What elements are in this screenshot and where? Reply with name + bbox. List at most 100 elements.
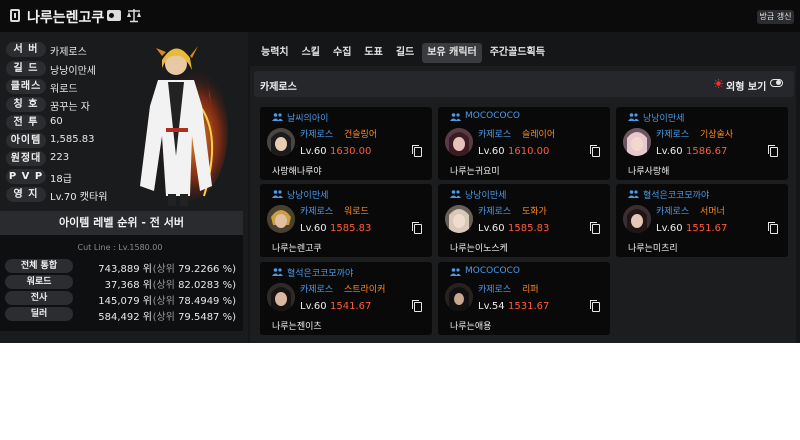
server-name: 카제로스 [478,130,512,140]
id-card-icon[interactable] [107,10,121,21]
copy-icon[interactable] [412,300,422,312]
server-name: 카제로스 [478,285,512,295]
character-name[interactable]: 나루는귀요미 [450,164,500,177]
ranking-title: 아이템 레벨 순위 - 전 서버 [59,216,184,229]
character-card[interactable]: 낭낭이만세 카제로스 도화가 Lv.60 1585.83 나루는이노스케 [438,184,610,257]
character-name[interactable]: 사랑해나루야 [272,164,322,177]
character-level: Lv.54 [478,301,505,312]
tab-owned-characters[interactable]: 보유 캐릭터 [422,43,482,63]
character-card[interactable]: 낭낭이만세 카제로스 기상술사 Lv.60 1586.67 나루사랑해 [616,107,788,180]
character-name[interactable]: 나루는렌고쿠 [272,241,322,254]
guild-name: MOCOCOCO [465,111,520,121]
profile-row-title: 칭 호 꿈꾸는 자 [6,97,236,113]
ranking-panel: Cut Line : Lv.1580.00 전체 통합 743,889 위 (상… [0,235,243,331]
tab-skills[interactable]: 스킬 [297,43,325,63]
ranking-label: 딜러 [5,307,73,321]
character-avatar [445,205,473,233]
character-avatar [445,283,473,311]
character-avatar [623,128,651,156]
profile-row-item-level: 아이템 1,585.83 [6,133,236,149]
profile-label: 아이템 [6,133,46,148]
ranking-rank: 584,492 위 [98,312,152,323]
profile-value: 워로드 [50,84,78,95]
cutline-text: Cut Line : Lv.1580.00 [77,243,163,252]
character-card[interactable]: 낭낭이만세 카제로스 워로드 Lv.60 1585.83 나루는렌고쿠 [260,184,432,257]
class-name: 스트라이커 [344,285,386,295]
copy-icon[interactable] [768,145,778,157]
profile-label: 원정대 [6,151,46,166]
profile-label: 서 버 [6,42,46,57]
character-card[interactable]: MOCOCOCO 카제로스 슬레이어 Lv.60 1610.00 나루는귀요미 [438,107,610,180]
character-level: Lv.60 [300,301,327,312]
server-name: 카제로스 [300,207,334,217]
class-name: 서머너 [700,207,725,217]
guild-name: 날씨의아이 [287,114,329,124]
profile-value: 60 [50,116,63,127]
ranking-header: 아이템 레벨 순위 - 전 서버 [0,211,243,235]
sun-icon [714,79,723,88]
class-name: 워로드 [344,207,369,217]
character-level: Lv.60 [656,223,683,234]
copy-icon[interactable] [412,145,422,157]
ranking-percent: (상위 79.5487 %) [152,312,236,323]
profile-row-guild: 길 드 낭낭이만세 [6,61,236,77]
server-name: 카제로스 [656,207,690,217]
item-level: 1531.67 [508,301,550,312]
server-name: 카제로스 [300,285,334,295]
appearance-toggle[interactable] [770,79,783,87]
refresh-button[interactable]: 방금 갱신 [757,10,794,24]
character-card[interactable]: 혈석은코코모까야 카제로스 스트라이커 Lv.60 1541.67 나루는젠이츠 [260,262,432,335]
character-name[interactable]: 나루는젠이츠 [272,319,322,332]
guild-members-icon [628,113,639,121]
character-card[interactable]: 날씨의아이 카제로스 건슬링어 Lv.60 1630.00 사랑해나루야 [260,107,432,180]
class-name: 도화가 [522,207,547,217]
character-level: Lv.60 [656,146,683,157]
character-card[interactable]: MOCOCOCO 카제로스 리퍼 Lv.54 1531.67 나루는애용 [438,262,610,335]
character-name[interactable]: 나루는미츠리 [628,241,678,254]
profile-row-estate: 영 지 Lv.70 캣타워 [6,187,236,203]
copy-icon[interactable] [590,222,600,234]
character-name[interactable]: 나루는애용 [450,319,491,332]
character-level: Lv.60 [300,223,327,234]
scale-icon[interactable] [126,8,142,23]
profile-label: P V P [6,169,46,184]
ranking-row: 전체 통합 743,889 위 (상위 79.2266 %) [5,259,240,275]
server-name: 카제로스 [300,130,334,140]
server-section-title: 카제로스 [260,82,297,93]
item-level: 1585.83 [508,223,550,234]
tab-weekly-gold[interactable]: 주간골드획득 [485,43,550,63]
item-level: 1610.00 [508,146,550,157]
character-name[interactable]: 나루는이노스케 [450,241,508,254]
ranking-percent: (상위 82.0283 %) [152,280,236,291]
profile-value: 18급 [50,174,72,185]
profile-value: 223 [50,152,70,163]
tab-guild[interactable]: 길드 [391,43,419,63]
tab-collection[interactable]: 수집 [328,43,356,63]
character-avatar [445,128,473,156]
class-name: 기상술사 [700,130,734,140]
profile-value: Lv.70 캣타워 [50,192,108,203]
copy-icon[interactable] [768,222,778,234]
copy-icon[interactable] [412,222,422,234]
copy-icon[interactable] [590,300,600,312]
server-name: 카제로스 [656,130,690,140]
guild-name: MOCOCOCO [465,266,520,276]
character-name-title: 나루는렌고쿠 [27,10,105,26]
bookmark-icon [10,9,20,22]
item-level: 1551.67 [686,223,728,234]
character-card[interactable]: 혈석은코코모까야 카제로스 서머너 Lv.60 1551.67 나루는미츠리 [616,184,788,257]
item-level: 1630.00 [330,146,372,157]
profile-label: 영 지 [6,187,46,202]
character-name[interactable]: 나루사랑해 [628,164,669,177]
tab-stats[interactable]: 능력치 [256,43,294,63]
server-name: 카제로스 [478,207,512,217]
app-window: 나루는렌고쿠 방금 갱신 서 버 카제로스 길 드 낭낭이만세 클래스 워로드 … [0,0,800,343]
tab-chart[interactable]: 도표 [359,43,387,63]
ranking-label: 전체 통합 [5,259,73,273]
profile-value: 1,585.83 [50,134,95,145]
copy-icon[interactable] [590,145,600,157]
character-level: Lv.60 [478,146,505,157]
tab-bar: 능력치 스킬 수집 도표 길드 보유 캐릭터 주간골드획득 [256,43,550,63]
profile-row-server: 서 버 카제로스 [6,42,236,58]
character-level: Lv.60 [300,146,327,157]
